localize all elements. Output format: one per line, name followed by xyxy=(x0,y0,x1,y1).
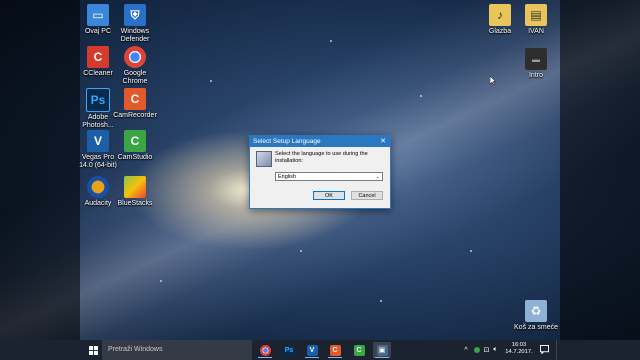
recycle-bin-icon: ♻ xyxy=(525,300,547,322)
dialog-message: Select the language to use during the in… xyxy=(275,151,368,164)
windows-logo-icon xyxy=(88,345,98,355)
camrecorder-icon: C xyxy=(329,344,341,356)
setup-icon xyxy=(256,151,272,167)
setup-language-dialog: Select Setup Language ✕ Select the langu… xyxy=(249,135,391,209)
pc-icon: ▭ xyxy=(87,4,109,26)
language-select-value: English xyxy=(278,174,297,180)
notification-icon[interactable] xyxy=(540,345,549,354)
desktop: ▭ Ovaj PC ⛨ Windows Defender C CCleaner … xyxy=(0,0,640,340)
close-icon[interactable]: ✕ xyxy=(378,136,388,147)
video-file-icon: ▬ xyxy=(525,48,547,70)
clock-date: 14.7.2017. xyxy=(505,349,533,355)
chevron-down-icon: ⌄ xyxy=(375,174,380,180)
desktop-icon-intro[interactable]: ▬ Intro xyxy=(513,48,559,80)
taskbar-app-chrome[interactable] xyxy=(256,342,274,358)
desktop-icon-bluestacks[interactable]: BlueStacks xyxy=(112,176,158,208)
chrome-icon xyxy=(124,46,146,68)
taskbar-app-vegas[interactable]: V xyxy=(303,342,321,358)
right-letterbox xyxy=(560,0,640,340)
taskbar-app-camrecorder[interactable]: C xyxy=(326,342,344,358)
system-clock[interactable]: 16:03 14.7.2017. xyxy=(503,342,535,356)
desktop-icon-recycle-bin[interactable]: ♻ Koš za smeće xyxy=(513,300,559,332)
network-icon[interactable]: ⊡ xyxy=(482,340,491,360)
tray-app-icon[interactable] xyxy=(472,340,481,360)
desktop-icon-label: CCleaner xyxy=(83,70,113,77)
installer-icon: ▣ xyxy=(376,344,388,356)
desktop-icon-label: Koš za smeće xyxy=(514,324,558,331)
running-indicator xyxy=(305,357,319,358)
running-indicator xyxy=(375,357,389,358)
desktop-icon-label: Ovaj PC xyxy=(84,28,112,35)
show-hidden-icons[interactable]: ^ xyxy=(462,340,470,360)
desktop-icon-label: Audacity xyxy=(84,200,112,207)
mouse-cursor-icon xyxy=(490,76,496,85)
ok-button[interactable]: OK xyxy=(313,191,345,200)
music-folder-icon: ♪ xyxy=(489,4,511,26)
desktop-icon-label: Glazba xyxy=(488,28,512,35)
taskbar: Pretraži Windows Ps V C C ▣ ^ ⊡ 🔈︎ 16:03… xyxy=(0,340,640,360)
desktop-icon-label: Adobe Photosh... xyxy=(82,114,114,129)
desktop-icon-label: CamStudio xyxy=(117,154,153,161)
search-box[interactable]: Pretraži Windows xyxy=(102,340,252,360)
ccleaner-icon: C xyxy=(87,46,109,68)
start-button[interactable] xyxy=(84,340,102,360)
dialog-titlebar[interactable]: Select Setup Language ✕ xyxy=(250,136,390,147)
show-desktop-button[interactable] xyxy=(556,340,561,360)
running-indicator xyxy=(258,357,272,358)
desktop-icon-label: Intro xyxy=(528,72,543,79)
running-indicator xyxy=(328,357,342,358)
language-select[interactable]: English ⌄ xyxy=(275,172,383,181)
dialog-title: Select Setup Language xyxy=(253,138,321,145)
camstudio-icon: C xyxy=(353,344,365,356)
desktop-icon-windows-defender[interactable]: ⛨ Windows Defender xyxy=(112,4,158,44)
clock-time: 16:03 xyxy=(511,342,527,348)
audacity-icon xyxy=(87,176,109,198)
user-folder-icon: ▤ xyxy=(525,4,547,26)
volume-icon[interactable]: 🔈︎ xyxy=(491,340,500,360)
camstudio-icon: C xyxy=(124,130,146,152)
desktop-icon-google-chrome[interactable]: Google Chrome xyxy=(112,46,158,86)
desktop-icon-label: Windows Defender xyxy=(120,28,150,43)
desktop-icon-camstudio[interactable]: C CamStudio xyxy=(112,130,158,162)
vegas-icon: V xyxy=(87,130,109,152)
left-letterbox xyxy=(0,0,80,340)
desktop-icon-ivan[interactable]: ▤ IVAN xyxy=(513,4,559,36)
defender-icon: ⛨ xyxy=(124,4,146,26)
cancel-button[interactable]: Cancel xyxy=(351,191,383,200)
bluestacks-icon xyxy=(124,176,146,198)
desktop-icon-label: BlueStacks xyxy=(117,200,153,207)
photoshop-icon: Ps xyxy=(283,344,295,356)
desktop-icon-camrecorder[interactable]: C CamRecorder xyxy=(112,88,158,120)
desktop-icon-label: CamRecorder xyxy=(113,112,157,119)
taskbar-app-photoshop[interactable]: Ps xyxy=(280,342,298,358)
desktop-icon-label: Google Chrome xyxy=(122,70,148,85)
shield-icon xyxy=(473,347,480,353)
camrecorder-icon: C xyxy=(124,88,146,110)
photoshop-icon: Ps xyxy=(86,88,110,112)
taskbar-app-camstudio[interactable]: C xyxy=(350,342,368,358)
desktop-icon-label: IVAN xyxy=(528,28,544,35)
taskbar-app-setup[interactable]: ▣ xyxy=(373,342,391,358)
vegas-icon: V xyxy=(306,344,318,356)
chrome-icon xyxy=(259,344,271,356)
